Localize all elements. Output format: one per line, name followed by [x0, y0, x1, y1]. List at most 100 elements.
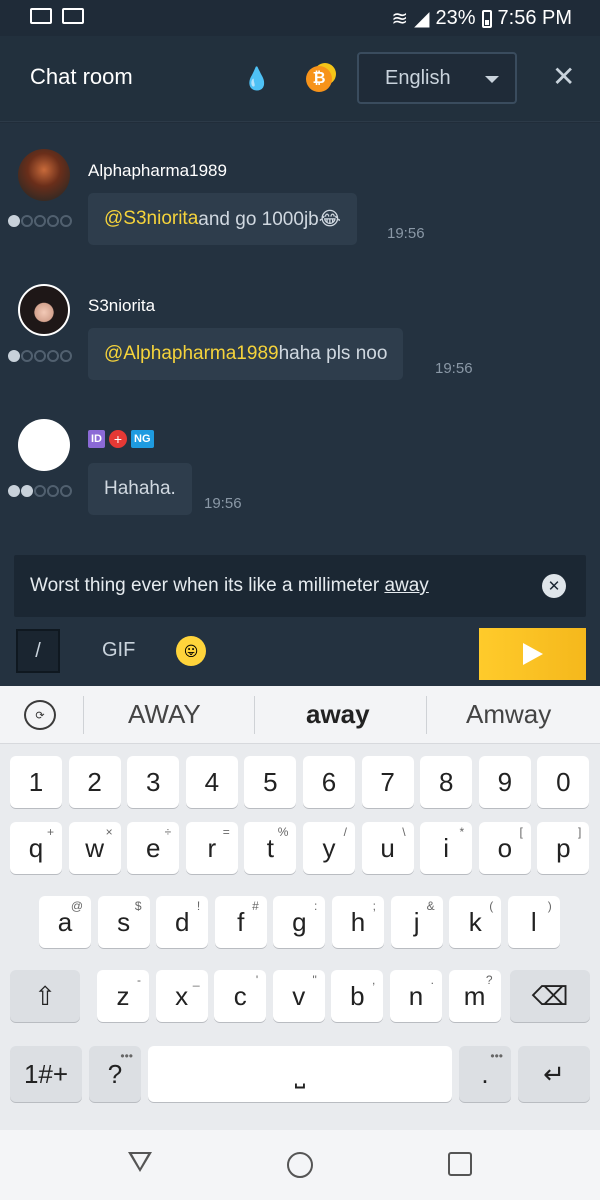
key-0[interactable]: 0 [537, 756, 590, 808]
key-7[interactable]: 7 [361, 756, 414, 808]
key-z[interactable]: z- [97, 970, 149, 1022]
key-label: 2 [87, 766, 102, 797]
key-4[interactable]: 4 [185, 756, 238, 808]
rain-drops-icon[interactable]: 💧 [240, 62, 274, 96]
key-f[interactable]: f # [214, 896, 267, 948]
key-label: 1#+ [23, 1058, 69, 1089]
key-label: y [322, 832, 336, 863]
key-3[interactable]: 3 [127, 756, 180, 808]
key-label: 5 [263, 766, 278, 797]
key-u[interactable]: u \ [361, 822, 414, 874]
language-value: English [385, 66, 451, 89]
key-label: m [463, 980, 486, 1011]
close-icon[interactable]: ✕ [552, 60, 575, 93]
key-j[interactable]: j & [390, 896, 443, 948]
key-1[interactable]: 1 [10, 756, 62, 808]
send-button[interactable] [479, 628, 586, 680]
key-w[interactable]: w × [68, 822, 121, 874]
send-icon [522, 643, 543, 665]
recent-apps-icon[interactable] [448, 1152, 472, 1176]
key-k[interactable]: k( [449, 896, 502, 948]
key-a[interactable]: a @ [39, 896, 91, 948]
avatar[interactable] [18, 284, 70, 336]
key-h[interactable]: h; [332, 896, 384, 948]
home-icon[interactable] [287, 1152, 313, 1178]
key-s[interactable]: s $ [97, 896, 150, 948]
message-bubble[interactable]: @S3niorita and go 1000jb😂 [88, 193, 357, 245]
key-t[interactable]: t% [244, 822, 297, 874]
message-text: Hahaha. [104, 478, 176, 499]
space-key[interactable]: ⎵ [148, 1046, 452, 1102]
symbols-key[interactable]: 1#+ [10, 1046, 82, 1102]
suggestion-1[interactable]: AWAY [128, 699, 201, 730]
key-c[interactable]: c ' [214, 970, 267, 1022]
slash-command-button[interactable]: / [16, 629, 60, 673]
key-6[interactable]: 6 [303, 756, 355, 808]
clear-input-icon[interactable]: ✕ [542, 574, 566, 598]
key-hint: - [137, 973, 141, 987]
backspace-key[interactable]: ⌫ [510, 970, 590, 1022]
key-hint: $ [134, 899, 142, 913]
key-9[interactable]: 9 [478, 756, 531, 808]
key-2[interactable]: 2 [68, 756, 121, 808]
keyboard-settings-icon[interactable]: ⟳ [24, 700, 56, 730]
username[interactable]: S3niorita [88, 296, 155, 316]
suggestion-3[interactable]: Amway [466, 699, 551, 730]
rank-icon [8, 485, 72, 497]
key-b[interactable]: b, [331, 970, 384, 1022]
mention-link[interactable]: @S3niorita [104, 208, 198, 230]
key-g[interactable]: g: [273, 896, 326, 948]
key-8[interactable]: 8 [420, 756, 473, 808]
message-bubble[interactable]: @Alphapharma1989 haha pls noo [88, 328, 404, 380]
key-e[interactable]: e ÷ [127, 822, 180, 874]
username[interactable]: Alphapharma1989 [88, 161, 227, 181]
key-m[interactable]: m? [448, 970, 501, 1022]
key-label: l [530, 906, 537, 937]
key-5[interactable]: 5 [244, 756, 297, 808]
system-nav-bar [0, 1130, 600, 1200]
key-hint: ) [547, 899, 552, 913]
key-hint: " [312, 973, 317, 987]
key-label: 9 [497, 766, 513, 797]
enter-key[interactable]: ↵ [518, 1046, 590, 1102]
key-o[interactable]: o[ [478, 822, 531, 874]
suggestion-2[interactable]: away [306, 699, 370, 730]
key-p[interactable]: p] [537, 822, 590, 874]
key-n[interactable]: n. [390, 970, 442, 1022]
key-i[interactable]: i * [420, 822, 473, 874]
rank-icon [8, 350, 72, 362]
gif-button[interactable]: GIF [102, 639, 135, 662]
avatar[interactable] [18, 149, 70, 201]
key-q[interactable]: q + [10, 822, 62, 874]
key-d[interactable]: d! [156, 896, 209, 948]
key-y[interactable]: y / [303, 822, 355, 874]
bitcoin-icon[interactable]: ₿ [302, 62, 336, 96]
key-hint: % [277, 825, 289, 839]
key-x[interactable]: x _ [155, 970, 208, 1022]
key-label: r [207, 832, 217, 863]
question-key[interactable]: ? ••• [89, 1046, 141, 1102]
key-hint: _ [192, 973, 200, 987]
message-text: and go 1000jb😂 [198, 208, 341, 230]
key-hint: . [430, 973, 434, 987]
key-label: o [497, 832, 513, 863]
emoji-button[interactable]: 😛 [176, 636, 206, 666]
chat-list[interactable]: Alphapharma1989 @S3niorita and go 1000jb… [0, 123, 600, 553]
key-hint: * [459, 825, 465, 839]
message-input[interactable]: Worst thing ever when its like a millime… [14, 555, 586, 617]
key-label: x [175, 980, 189, 1011]
period-key[interactable]: . ••• [459, 1046, 511, 1102]
language-select[interactable]: English [357, 52, 517, 104]
key-v[interactable]: v " [272, 970, 325, 1022]
message-bubble[interactable]: Hahaha. [88, 463, 192, 515]
mention-link[interactable]: @Alphapharma1989 [104, 343, 279, 365]
key-r[interactable]: r = [185, 822, 238, 874]
avatar[interactable] [18, 419, 70, 471]
key-label: 8 [438, 766, 454, 797]
battery-icon [481, 9, 492, 28]
shift-key[interactable]: ⇧ [10, 970, 80, 1022]
key-label: v [292, 980, 306, 1011]
key-hint: @ [70, 899, 83, 913]
key-l[interactable]: l) [507, 896, 560, 948]
key-hint: / [343, 825, 347, 839]
